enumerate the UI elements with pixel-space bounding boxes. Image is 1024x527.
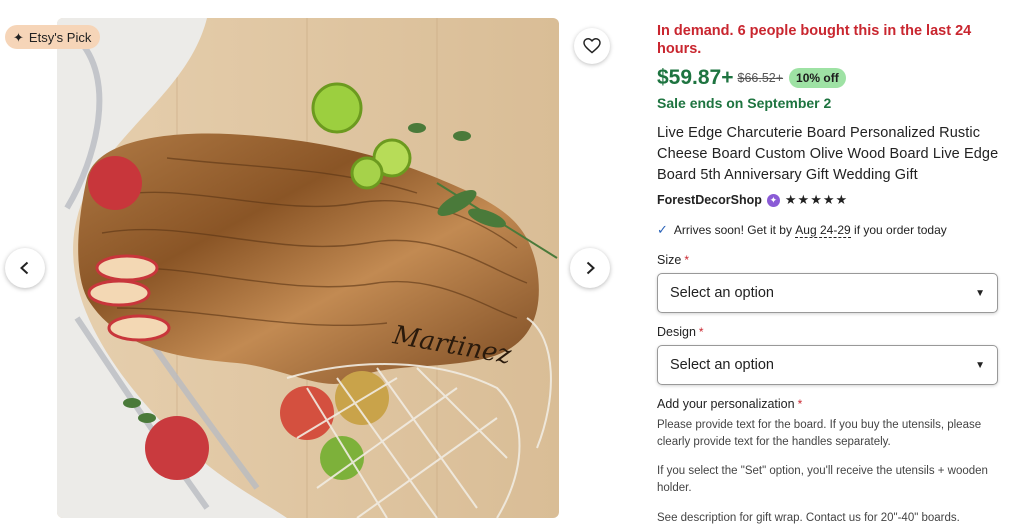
heart-icon bbox=[583, 38, 601, 54]
delivery-suffix: if you order today bbox=[854, 223, 947, 237]
design-select-value: Select an option bbox=[670, 357, 774, 373]
design-select[interactable]: Select an option ▼ bbox=[657, 345, 998, 385]
chevron-right-icon bbox=[586, 261, 595, 275]
size-label: Size bbox=[657, 253, 682, 267]
delivery-estimate: ✓ Arrives soon! Get it by Aug 24-29 if y… bbox=[657, 222, 1002, 238]
chevron-left-icon bbox=[20, 261, 29, 275]
etsys-pick-badge: ✦ Etsy's Pick bbox=[5, 25, 101, 49]
original-price: $66.52+ bbox=[737, 71, 784, 85]
delivery-dates[interactable]: Aug 24-29 bbox=[795, 223, 851, 238]
required-marker: * bbox=[698, 325, 704, 339]
star-seller-icon: ✦ bbox=[766, 193, 780, 207]
size-select-value: Select an option bbox=[670, 285, 774, 301]
image-gallery: Martinez ✦ Etsy's Pick bbox=[0, 0, 620, 527]
product-title: Live Edge Charcuterie Board Personalized… bbox=[657, 125, 999, 183]
badge-label: Etsy's Pick bbox=[28, 29, 92, 45]
next-image-button[interactable] bbox=[570, 248, 610, 288]
previous-image-button[interactable] bbox=[5, 248, 45, 288]
discount-badge: 10% off bbox=[789, 68, 846, 88]
design-label: Design bbox=[657, 325, 696, 339]
personalization-instructions-1: Please provide text for the board. If yo… bbox=[657, 419, 982, 448]
personalization-instructions-3: See description for gift wrap. Contact u… bbox=[657, 512, 960, 524]
caret-down-icon: ▼ bbox=[975, 287, 985, 299]
shop-name-link[interactable]: ForestDecorShop bbox=[657, 193, 762, 207]
product-info: In demand. 6 people bought this in the l… bbox=[657, 22, 1002, 238]
design-label-row: Design * bbox=[657, 325, 704, 339]
product-image[interactable]: Martinez bbox=[57, 18, 559, 518]
required-marker: * bbox=[797, 397, 803, 411]
delivery-prefix: Arrives soon! Get it by bbox=[673, 223, 792, 237]
caret-down-icon: ▼ bbox=[975, 359, 985, 371]
checkmark-icon: ✓ bbox=[657, 222, 668, 237]
rating-stars[interactable]: ★★★★★ bbox=[785, 192, 848, 208]
demand-notice: In demand. 6 people bought this in the l… bbox=[657, 23, 972, 57]
size-select[interactable]: Select an option ▼ bbox=[657, 273, 998, 313]
favorite-button[interactable] bbox=[574, 28, 610, 64]
size-label-row: Size * bbox=[657, 253, 689, 267]
current-price: $59.87+ bbox=[657, 66, 734, 89]
personalization-label: Add your personalization bbox=[657, 397, 795, 411]
sparkle-icon: ✦ bbox=[13, 29, 24, 45]
product-photo: Martinez bbox=[57, 18, 559, 518]
personalization-instructions-2: If you select the "Set" option, you'll r… bbox=[657, 465, 988, 494]
sale-ends-text: Sale ends on September 2 bbox=[657, 95, 832, 111]
price-row: $59.87+ $66.52+ 10% off bbox=[657, 66, 1002, 90]
shop-row: ForestDecorShop ✦ ★★★★★ bbox=[657, 192, 1002, 208]
required-marker: * bbox=[684, 253, 689, 267]
personalization-label-row: Add your personalization * bbox=[657, 397, 802, 411]
